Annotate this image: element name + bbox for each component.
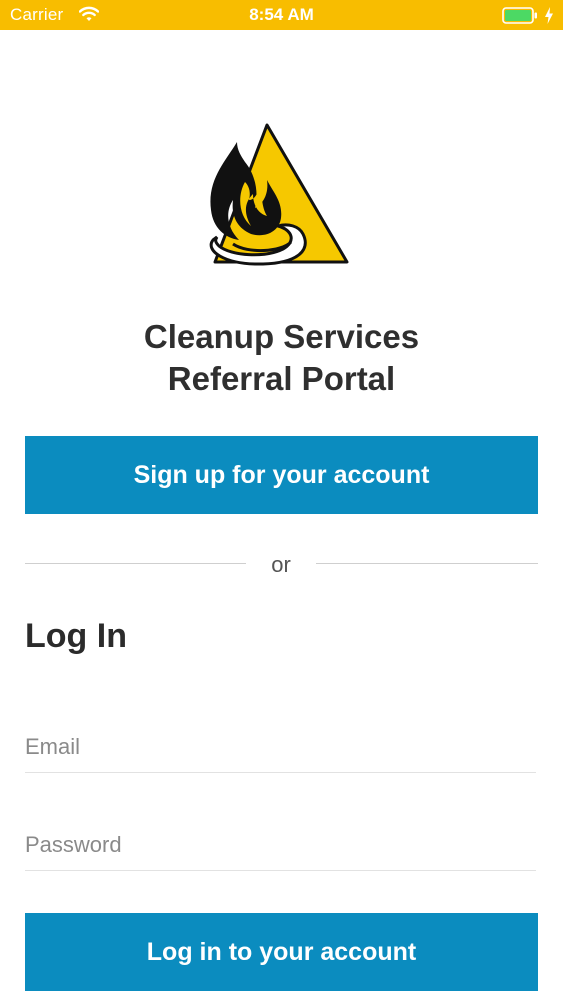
divider-line-left	[25, 563, 246, 564]
app-title-line-2: Referral Portal	[167, 360, 396, 397]
battery-icon	[502, 7, 537, 24]
status-bar: Carrier 8:54 AM	[0, 0, 563, 30]
app-title: Cleanup Services Referral Portal	[0, 316, 563, 400]
password-field[interactable]	[25, 820, 536, 871]
divider-or-text: or	[271, 552, 291, 577]
status-time: 8:54 AM	[249, 5, 314, 24]
flame-triangle-logo	[209, 123, 349, 266]
login-button[interactable]: Log in to your account	[25, 913, 538, 991]
app-title-line-1: Cleanup Services	[143, 318, 420, 355]
divider-line-right	[316, 563, 538, 564]
login-heading: Log In	[25, 617, 127, 655]
charging-bolt-icon	[545, 7, 553, 24]
signup-button[interactable]: Sign up for your account	[25, 436, 538, 514]
email-field[interactable]	[25, 722, 536, 773]
